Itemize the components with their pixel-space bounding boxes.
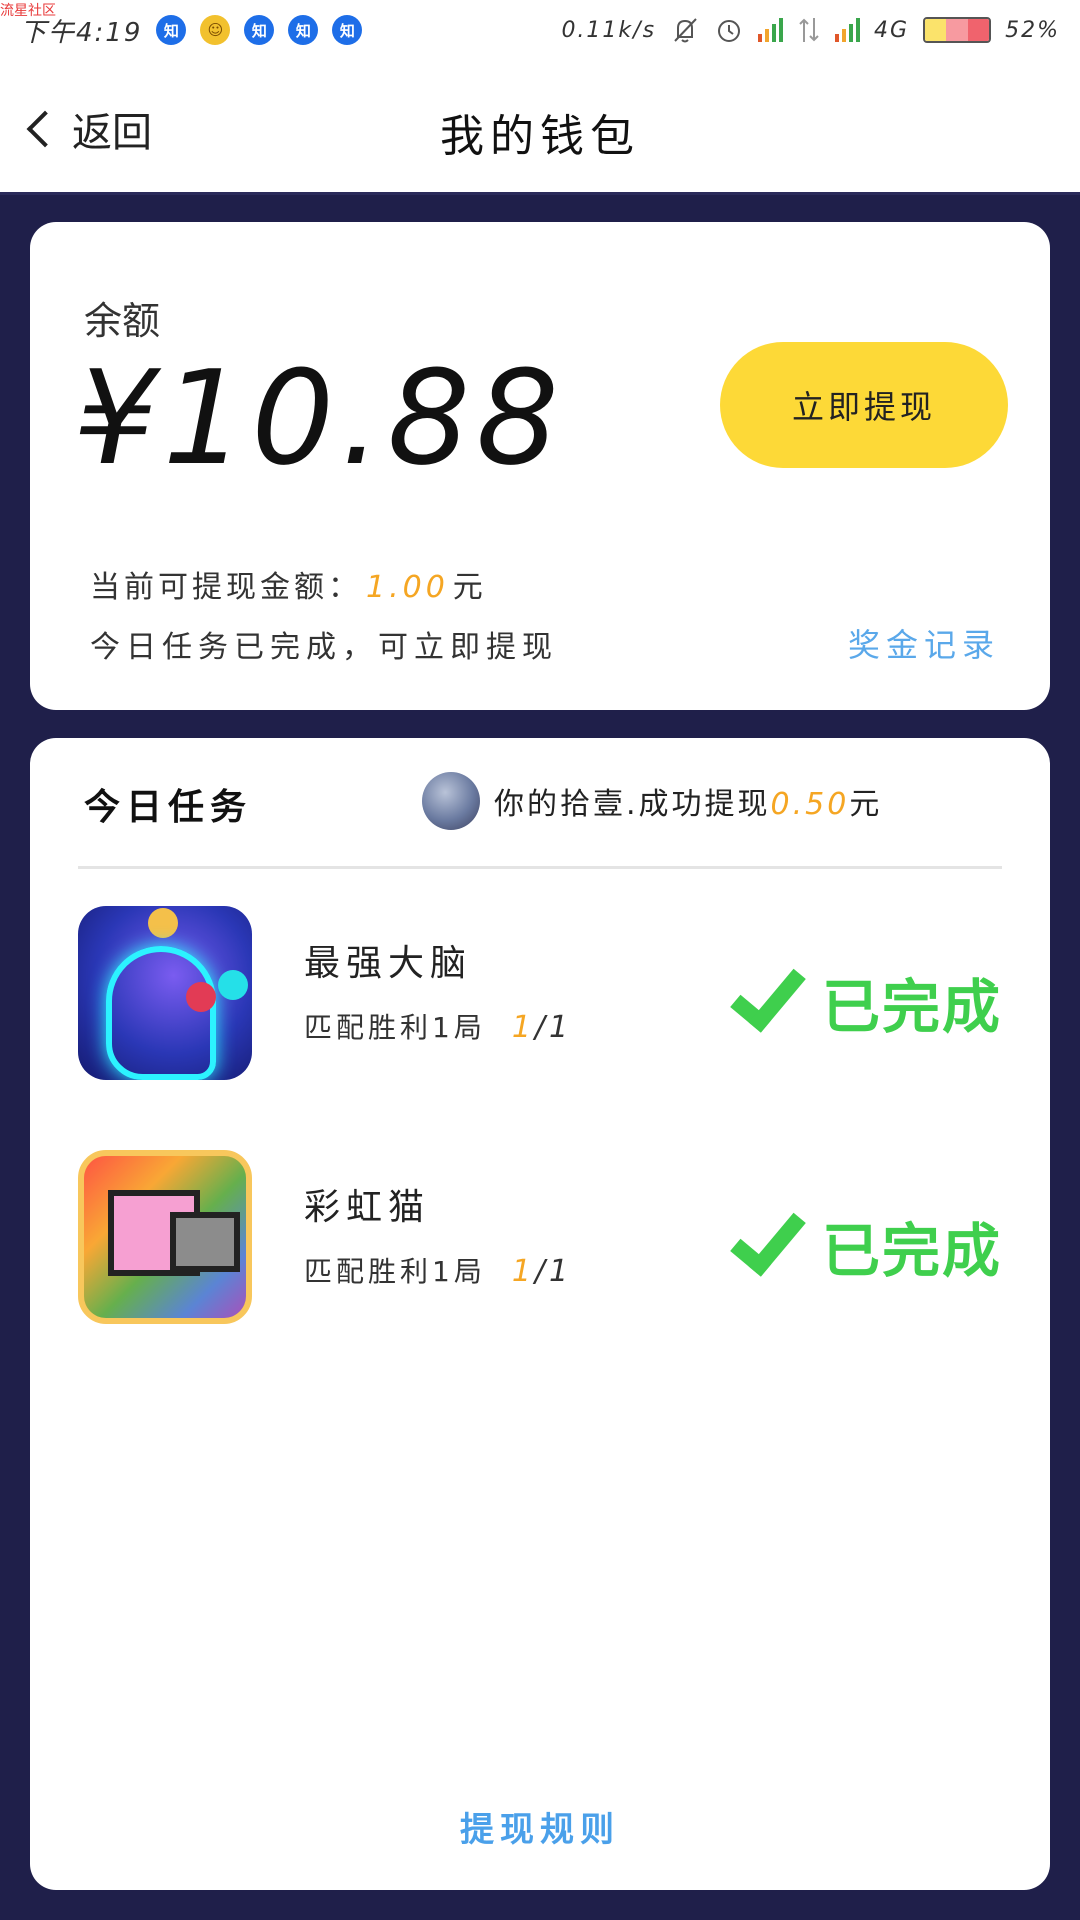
task-progress: 1/1 <box>512 1254 572 1289</box>
ticker-amount: 0.50 <box>770 787 850 822</box>
ticker-unit: 元 <box>849 787 883 822</box>
task-status-message: 今日任务已完成，可立即提现 <box>90 630 558 665</box>
task-name: 彩虹猫 <box>304 1187 431 1228</box>
task-complete-badge: 已完成 <box>730 953 1002 1044</box>
available-label: 当前可提现金额： <box>90 570 362 605</box>
withdraw-ticker: 你的拾壹.成功提现0.50元 <box>422 772 882 830</box>
nyan-cat-game-icon[interactable] <box>78 1150 252 1324</box>
alarm-icon <box>718 20 741 42</box>
task-description: 匹配胜利1局 1/1 <box>304 1006 572 1046</box>
available-amount: 1.00 <box>366 570 449 605</box>
emoji-notification-icon: ☺ <box>200 15 231 45</box>
task-desc-text: 匹配胜利1局 <box>304 1011 486 1044</box>
status-text: 已完成 <box>821 1217 1002 1285</box>
zhihu-notification-icon: 知 <box>288 15 319 45</box>
progress-total: /1 <box>534 1254 573 1289</box>
net-speed: 0.11k/s <box>561 17 657 43</box>
progress-total: /1 <box>534 1010 573 1045</box>
daily-tasks-card: 今日任务 你的拾壹.成功提现0.50元 最强大脑 匹配胜利1局 1/1 已完成 <box>30 738 1050 1890</box>
checkmark-icon <box>730 1197 806 1277</box>
task-complete-badge: 已完成 <box>730 1197 1002 1288</box>
task-progress: 1/1 <box>512 1010 572 1045</box>
battery-level: 52% <box>1005 17 1060 43</box>
signal-icon <box>758 18 784 42</box>
data-transfer-icon <box>799 18 819 42</box>
battery-icon <box>923 17 992 43</box>
balance-amount: ¥10.88 <box>74 342 565 494</box>
balance-label: 余额 <box>84 299 161 343</box>
page-title: 我的钱包 <box>440 111 640 162</box>
task-row: 彩虹猫 匹配胜利1局 1/1 已完成 <box>78 1150 1002 1326</box>
available-unit: 元 <box>452 570 487 605</box>
signal-icon <box>835 18 861 42</box>
progress-done: 1 <box>511 1010 535 1045</box>
status-right: 0.11k/s 4G 52% <box>561 15 1060 45</box>
progress-done: 1 <box>511 1254 535 1289</box>
zhihu-notification-icon: 知 <box>332 15 363 45</box>
zhihu-notification-icon: 知 <box>244 15 275 45</box>
tasks-title: 今日任务 <box>84 787 253 828</box>
bonus-record-link[interactable]: 奖金记录 <box>848 620 1000 666</box>
watermark: 流星社区 <box>0 3 56 19</box>
task-description: 匹配胜利1局 1/1 <box>304 1250 572 1290</box>
task-desc-text: 匹配胜利1局 <box>304 1255 486 1288</box>
network-type: 4G <box>874 17 910 43</box>
status-text: 已完成 <box>821 973 1002 1041</box>
checkmark-icon <box>730 953 806 1033</box>
ticker-text: 你的拾壹.成功提现 <box>494 787 771 822</box>
task-row: 最强大脑 匹配胜利1局 1/1 已完成 <box>78 906 1002 1082</box>
divider <box>78 866 1002 869</box>
withdraw-rules-link[interactable]: 提现规则 <box>30 1802 1050 1851</box>
task-name: 最强大脑 <box>304 943 473 984</box>
balance-card: 余额 ¥10.88 立即提现 当前可提现金额： 1.00 元 今日任务已完成，可… <box>30 222 1050 710</box>
withdraw-now-button[interactable]: 立即提现 <box>720 342 1008 468</box>
brain-game-icon[interactable] <box>78 906 252 1080</box>
zhihu-notification-icon: 知 <box>156 15 187 45</box>
available-amount-row: 当前可提现金额： 1.00 元 <box>90 562 487 606</box>
status-bar: 流星社区 下午4:19 知 ☺ 知 知 知 0.11k/s 4G 52% <box>0 0 1080 60</box>
status-left: 下午4:19 知 ☺ 知 知 知 <box>20 12 363 49</box>
mute-icon <box>674 18 697 43</box>
nav-bar: 返回 我的钱包 <box>0 60 1080 195</box>
avatar <box>422 772 480 830</box>
